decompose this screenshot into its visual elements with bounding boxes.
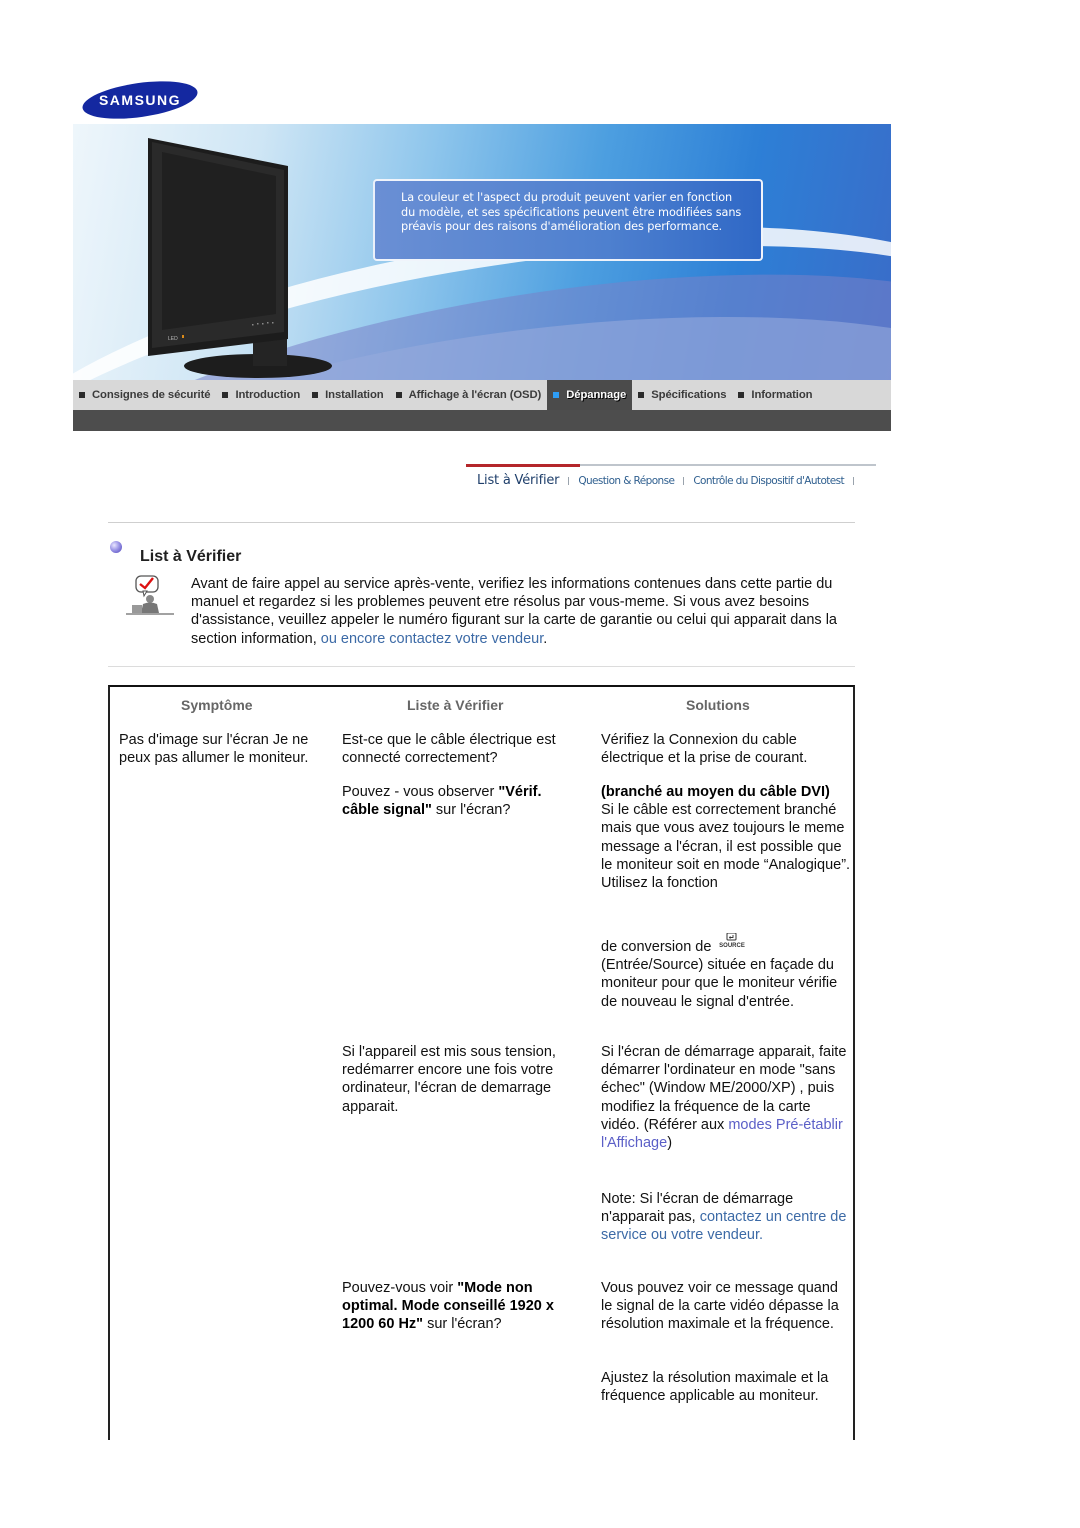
- solution-cell: Vous pouvez voir ce message quand le sig…: [601, 1280, 839, 1333]
- solution-text: de conversion de: [601, 939, 716, 955]
- main-nav: Consignes de sécurité Introduction Insta…: [73, 380, 891, 410]
- nav-label: Information: [751, 389, 813, 401]
- square-bullet-icon: [738, 392, 745, 398]
- check-text: Pouvez-vous voir: [342, 1280, 458, 1296]
- source-button-icon: SOURCE: [715, 933, 749, 949]
- nav-item-osd[interactable]: Affichage à l'écran (OSD): [390, 380, 548, 410]
- solution-cell-continued: de conversion de SOURCE (Entrée/Source) …: [601, 933, 851, 1011]
- note-cell: Note: Si l'écran de démarrage n'apparait…: [601, 1190, 851, 1245]
- tab-separator: [568, 476, 570, 485]
- tab-separator: [853, 476, 855, 485]
- solution-cell: Si l'écran de démarrage apparait, faite …: [601, 1043, 851, 1152]
- nav-label: Dépannage: [566, 389, 627, 401]
- symptom-cell: Pas d'image sur l'écran Je ne peux pas a…: [119, 732, 309, 767]
- page-title: List à Vérifier: [140, 548, 242, 565]
- tab-self-test[interactable]: Contrôle du Dispositif d'Autotest: [693, 475, 844, 487]
- contact-vendor-link[interactable]: ou encore contactez votre vendeur: [321, 631, 543, 647]
- solution-text: ): [667, 1135, 673, 1152]
- nav-label: Installation: [325, 389, 384, 401]
- nav-label: Introduction: [235, 389, 301, 401]
- divider: [108, 666, 855, 667]
- monitor-image: LED: [148, 134, 368, 379]
- nav-sub-bar: [73, 410, 891, 431]
- check-text: sur l'écran?: [431, 802, 511, 819]
- check-cell: Pouvez-vous voir "Mode non optimal. Mode…: [342, 1279, 587, 1334]
- nav-item-introduction[interactable]: Introduction: [216, 380, 306, 410]
- tab-separator: [683, 476, 685, 485]
- tab-checklist[interactable]: List à Vérifier: [477, 473, 560, 488]
- divider: [108, 522, 855, 523]
- check-text: sur l'écran?: [423, 1316, 502, 1333]
- solution-cell: (branché au moyen du câble DVI) Si le câ…: [601, 783, 851, 892]
- samsung-logo: SAMSUNG: [80, 78, 200, 122]
- square-bullet-icon: [79, 392, 85, 398]
- solution-cell: Ajustez la résolution maximale et la fré…: [601, 1370, 829, 1405]
- square-bullet-icon: [395, 392, 402, 398]
- solution-bold: (branché au moyen du câble DVI): [601, 784, 830, 800]
- nav-item-troubleshooting[interactable]: Dépannage: [547, 380, 633, 410]
- solution-text: Si le câble est correctement branché mai…: [601, 802, 851, 892]
- checklist-person-icon: [126, 575, 174, 615]
- solution-cell: Vérifiez la Connexion du cable électriqu…: [601, 732, 808, 767]
- hero-banner: LED La couleur et l'aspect du produit pe…: [73, 124, 891, 380]
- active-tab-indicator: [466, 464, 580, 467]
- nav-item-installation[interactable]: Installation: [306, 380, 389, 410]
- check-cell: Est-ce que le câble électrique est conne…: [342, 732, 556, 767]
- tab-qa[interactable]: Question & Réponse: [578, 475, 675, 487]
- header-solutions: Solutions: [686, 697, 750, 713]
- intro-end: .: [543, 630, 548, 647]
- source-icon-label: SOURCE: [720, 943, 746, 949]
- sub-tabs: List à Vérifier Question & Réponse Contr…: [466, 464, 876, 494]
- square-bullet-icon: [638, 392, 645, 398]
- nav-item-safety[interactable]: Consignes de sécurité: [73, 380, 216, 410]
- logo-text: SAMSUNG: [99, 92, 181, 108]
- nav-item-information[interactable]: Information: [732, 380, 818, 410]
- nav-label: Consignes de sécurité: [92, 389, 211, 401]
- nav-item-specifications[interactable]: Spécifications: [632, 380, 732, 410]
- check-cell: Pouvez - vous observer "Vérif. câble sig…: [342, 783, 582, 819]
- section-bullet-icon: [110, 541, 122, 553]
- nav-label: Affichage à l'écran (OSD): [408, 389, 542, 401]
- intro-paragraph: Avant de faire appel au service après-ve…: [191, 575, 861, 648]
- header-symptom: Symptôme: [181, 697, 253, 713]
- square-bullet-icon: [222, 392, 229, 398]
- square-bullet-icon: [312, 392, 319, 398]
- nav-label: Spécifications: [651, 389, 727, 401]
- solution-text: (Entrée/Source) située en façade du moni…: [601, 957, 838, 1010]
- svg-text:LED: LED: [168, 336, 178, 342]
- product-notice: La couleur et l'aspect du produit peuven…: [373, 179, 763, 261]
- check-text: Pouvez - vous observer: [342, 784, 499, 800]
- check-cell: Si l'appareil est mis sous tension, redé…: [342, 1044, 556, 1115]
- header-checklist: Liste à Vérifier: [407, 697, 504, 713]
- square-bullet-icon: [553, 392, 560, 398]
